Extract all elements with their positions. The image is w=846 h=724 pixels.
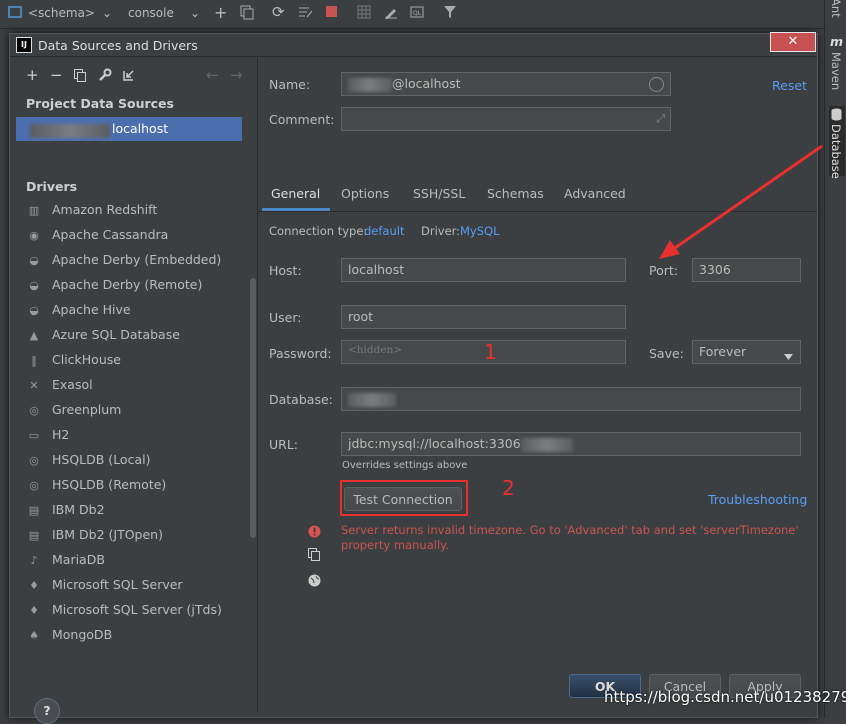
annotation-arrow: [659, 144, 823, 259]
watermark-text: https://blog.csdn.net/u012382791: [604, 688, 846, 706]
